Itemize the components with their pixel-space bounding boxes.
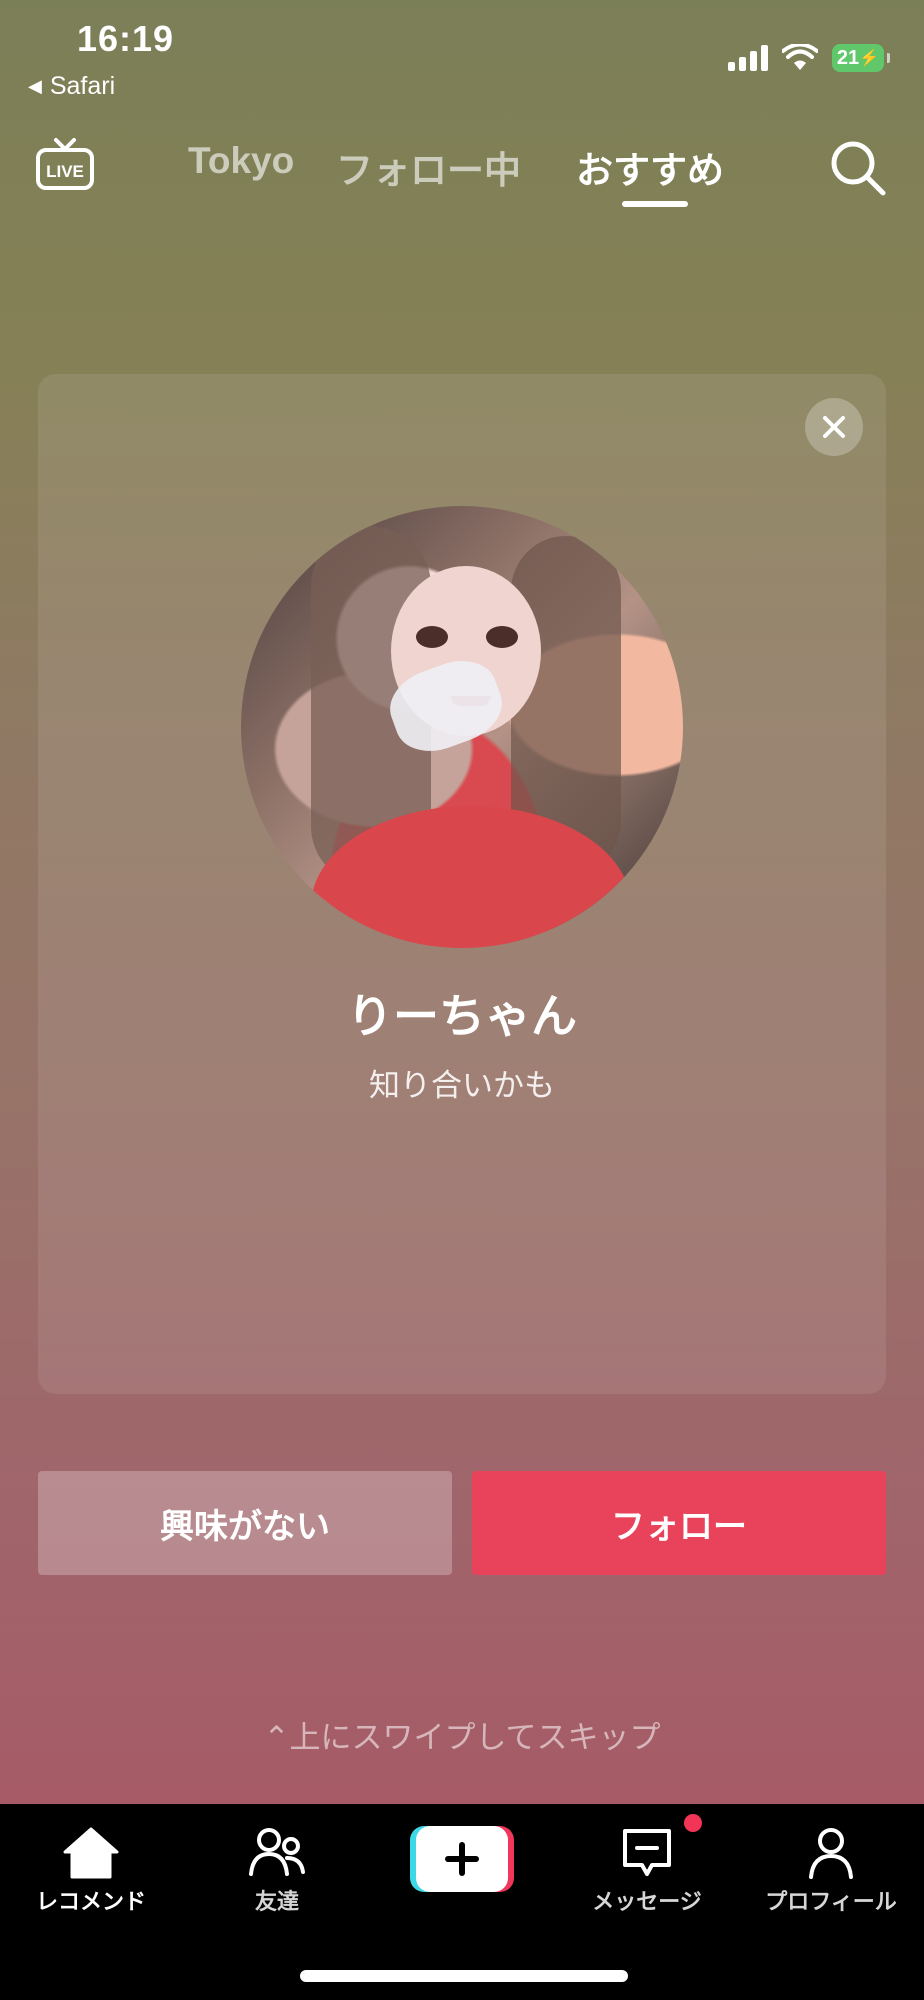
live-icon[interactable]: LIVE (36, 136, 94, 194)
tab-for-you[interactable]: おすすめ (576, 140, 724, 194)
nav-recommend-label: レコメンド (35, 1890, 146, 1915)
nav-messages[interactable]: メッセージ (562, 1826, 732, 1916)
charging-bolt-icon: ⚡ (859, 50, 880, 67)
create-plus-icon (445, 1842, 479, 1876)
tab-following[interactable]: フォロー中 (336, 140, 521, 194)
wifi-icon (782, 44, 818, 70)
profile-icon (809, 1828, 853, 1879)
profile-avatar[interactable] (241, 506, 683, 948)
close-icon (823, 416, 845, 438)
not-interested-button[interactable]: 興味がない (38, 1471, 452, 1575)
nav-profile[interactable]: プロフィール (746, 1826, 916, 1916)
nav-recommend[interactable]: レコメンド (6, 1826, 176, 1916)
close-card-button[interactable] (805, 398, 863, 456)
swipe-hint: ⌃上にスワイプしてスキップ (0, 1712, 924, 1757)
battery-level: 21 (836, 46, 860, 69)
nav-friends-label: 友達 (254, 1890, 299, 1915)
battery-icon: 21 ⚡ (832, 44, 890, 72)
account-name: りーちゃん (347, 989, 577, 1043)
back-triangle-icon: ◀ (28, 76, 42, 96)
tab-tokyo[interactable]: Tokyo (188, 140, 294, 182)
double-chevron-up-icon: ⌃ (263, 1720, 290, 1756)
nav-friends[interactable]: 友達 (192, 1826, 362, 1916)
nav-profile-label: プロフィール (765, 1890, 897, 1915)
message-icon (623, 1829, 671, 1876)
follow-button[interactable]: フォロー (472, 1471, 886, 1575)
back-to-app-link[interactable]: ◀ Safari (28, 72, 115, 101)
back-app-label: Safari (49, 72, 116, 100)
create-button[interactable] (410, 1826, 514, 1892)
home-indicator[interactable] (300, 1970, 628, 1982)
cellular-signal-icon (728, 45, 768, 71)
suggestion-reason: 知り合いかも (369, 1068, 555, 1104)
notification-badge (684, 1814, 702, 1832)
friends-icon (249, 1828, 305, 1876)
status-indicators: 21 ⚡ (728, 44, 890, 72)
active-tab-indicator (622, 201, 688, 207)
home-icon (63, 1827, 119, 1879)
status-time: 16:19 (77, 18, 175, 59)
search-icon[interactable] (828, 138, 888, 198)
nav-messages-label: メッセージ (592, 1890, 702, 1915)
svg-text:LIVE: LIVE (46, 162, 84, 181)
swipe-hint-text: 上にスワイプしてスキップ (289, 1720, 661, 1756)
